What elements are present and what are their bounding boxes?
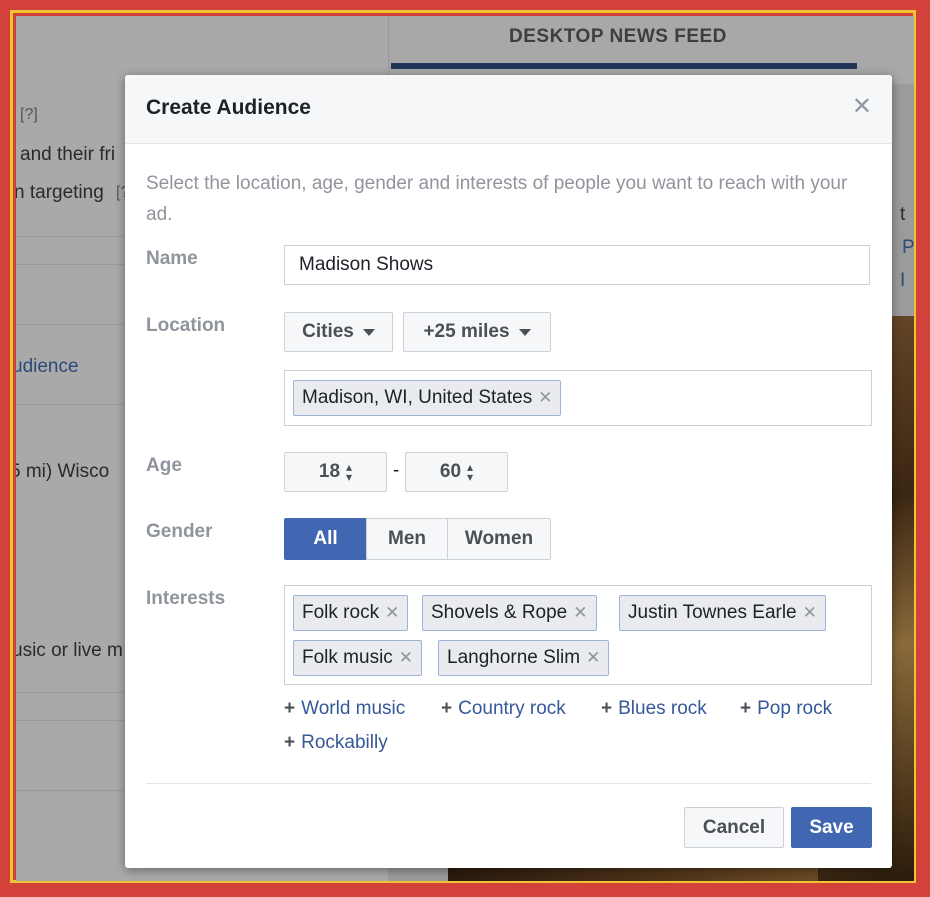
footer-divider xyxy=(146,783,871,784)
age-separator: - xyxy=(393,460,400,481)
location-type-dropdown[interactable]: Cities xyxy=(284,312,393,352)
remove-token-icon[interactable]: ✕ xyxy=(803,603,817,622)
gender-label: Gender xyxy=(146,521,213,542)
plus-icon: + xyxy=(284,732,296,753)
location-type-label: Cities xyxy=(302,321,354,342)
preview-tab-header: DESKTOP NEWS FEED xyxy=(388,16,914,84)
background-text: 5 mi) Wisco xyxy=(16,461,110,482)
age-min-value: 18 xyxy=(318,461,341,482)
background-link: I xyxy=(900,270,906,291)
suggestion-blues-rock[interactable]: + Blues rock xyxy=(601,698,707,720)
plus-icon: + xyxy=(441,698,453,719)
create-audience-dialog: Create Audience ✕ Select the location, a… xyxy=(125,75,892,868)
token-label: Folk music xyxy=(302,647,393,668)
gender-all-button[interactable]: All xyxy=(284,518,367,560)
remove-token-icon[interactable]: ✕ xyxy=(399,648,413,667)
token-label: Folk rock xyxy=(302,602,380,623)
up-down-icon: ▴ ▾ xyxy=(346,460,353,484)
remove-token-icon[interactable]: ✕ xyxy=(573,603,587,622)
token-label: Madison, WI, United States xyxy=(302,387,533,408)
remove-token-icon[interactable]: ✕ xyxy=(586,648,600,667)
help-marker: [?] xyxy=(20,106,38,123)
interests-label: Interests xyxy=(146,588,226,609)
radius-label: +25 miles xyxy=(423,321,510,342)
age-max-select[interactable]: 60 ▴ ▾ xyxy=(405,452,508,492)
interest-token: Folk rock ✕ xyxy=(293,595,409,631)
dialog-description: Select the location, age, gender and int… xyxy=(146,173,848,225)
suggestion-rockabilly[interactable]: + Rockabilly xyxy=(284,732,388,754)
audience-name-input[interactable]: Madison Shows xyxy=(284,245,870,285)
gender-women-button[interactable]: Women xyxy=(447,518,551,560)
suggestion-label: World music xyxy=(301,698,406,719)
suggestion-pop-rock[interactable]: + Pop rock xyxy=(740,698,832,720)
age-min-select[interactable]: 18 ▴ ▾ xyxy=(284,452,387,492)
dialog-title: Create Audience xyxy=(146,96,311,119)
background-text: usic or live m xyxy=(16,640,123,661)
caret-down-icon xyxy=(518,328,531,336)
interests-token-input[interactable]: Folk rock ✕ Shovels & Rope ✕ Justin Townes… xyxy=(284,585,872,685)
token-label: Shovels & Rope xyxy=(431,602,568,623)
remove-token-icon[interactable]: ✕ xyxy=(538,388,552,407)
plus-icon: + xyxy=(284,698,296,719)
active-tab-indicator xyxy=(391,63,857,69)
token-label: Justin Townes Earle xyxy=(628,602,797,623)
up-down-icon: ▴ ▾ xyxy=(467,460,474,484)
cancel-button[interactable]: Cancel xyxy=(684,807,784,848)
interest-token: Folk music ✕ xyxy=(293,640,423,676)
location-label: Location xyxy=(146,315,226,336)
background-text: t xyxy=(900,204,906,225)
remove-token-icon[interactable]: ✕ xyxy=(385,603,399,622)
background-link[interactable]: udience xyxy=(16,356,79,378)
close-icon[interactable]: ✕ xyxy=(852,95,872,119)
radius-dropdown[interactable]: +25 miles xyxy=(403,312,551,352)
location-token-input[interactable]: Madison, WI, United States ✕ xyxy=(284,370,872,426)
suggestion-label: Rockabilly xyxy=(301,732,388,753)
background-link: P xyxy=(902,237,914,258)
interest-token: Shovels & Rope ✕ xyxy=(422,595,597,631)
suggestion-label: Blues rock xyxy=(618,698,707,719)
caret-down-icon xyxy=(362,328,375,336)
age-max-value: 60 xyxy=(439,461,462,482)
interest-token: Langhorne Slim ✕ xyxy=(438,640,610,676)
plus-icon: + xyxy=(601,698,613,719)
interest-token: Justin Townes Earle ✕ xyxy=(619,595,826,631)
background-text: n targeting xyxy=(16,182,104,203)
location-token: Madison, WI, United States ✕ xyxy=(293,380,562,416)
suggestion-world-music[interactable]: + World music xyxy=(284,698,405,720)
suggestion-label: Pop rock xyxy=(757,698,833,719)
background-text: and their fri xyxy=(20,144,116,165)
token-label: Langhorne Slim xyxy=(447,647,581,668)
save-button[interactable]: Save xyxy=(791,807,872,848)
plus-icon: + xyxy=(740,698,752,719)
dialog-header: Create Audience ✕ xyxy=(125,75,892,144)
suggestion-label: Country rock xyxy=(458,698,566,719)
tab-desktop-news-feed[interactable]: DESKTOP NEWS FEED xyxy=(509,26,727,48)
age-label: Age xyxy=(146,455,182,476)
suggestion-country-rock[interactable]: + Country rock xyxy=(441,698,566,720)
name-label: Name xyxy=(146,248,198,269)
gender-men-button[interactable]: Men xyxy=(366,518,448,560)
